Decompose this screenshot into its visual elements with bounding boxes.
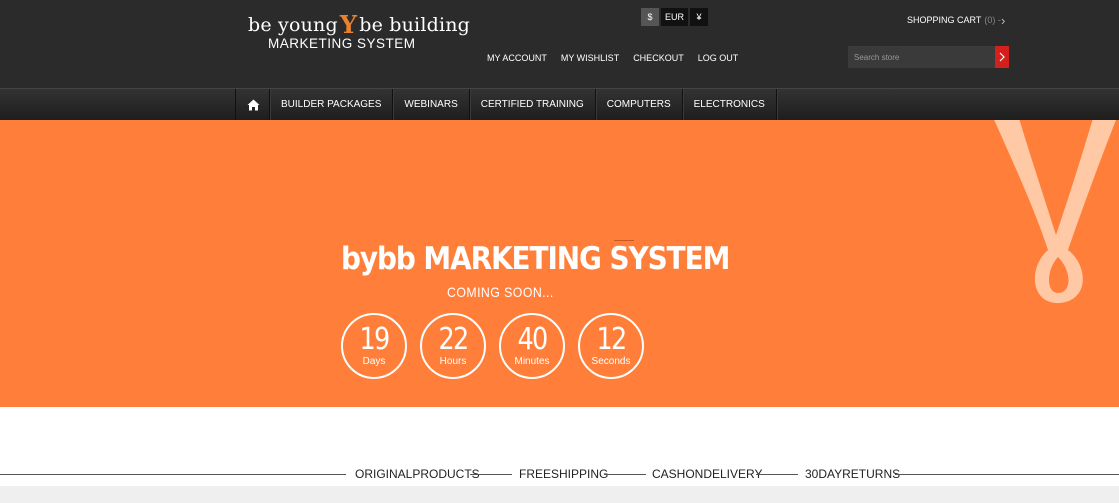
checkout-link[interactable]: CHECKOUT bbox=[633, 53, 684, 63]
logo-wordmark: be youngY be building bbox=[248, 8, 470, 39]
countdown-hours: 22 Hours bbox=[420, 313, 486, 379]
my-account-link[interactable]: MY ACCOUNT bbox=[487, 53, 547, 63]
nav-webinars[interactable]: WEBINARS bbox=[393, 89, 470, 120]
countdown-minutes: 40 Minutes bbox=[499, 313, 565, 379]
nav-home[interactable] bbox=[235, 89, 270, 120]
currency-eur-button[interactable]: EUR bbox=[661, 8, 689, 26]
divider bbox=[470, 474, 512, 475]
logo[interactable]: be youngY be building MARKETING SYSTEM bbox=[248, 8, 470, 51]
nav-builder-packages[interactable]: BUILDER PACKAGES bbox=[270, 89, 394, 120]
divider bbox=[756, 474, 798, 475]
countdown-seconds: 12 Seconds bbox=[578, 313, 644, 379]
countdown-value: 22 bbox=[438, 322, 469, 357]
currency-jpy-button[interactable]: ¥ bbox=[690, 8, 709, 26]
search-box bbox=[848, 46, 1009, 68]
brand-y-watermark-icon bbox=[994, 120, 1117, 304]
hero-title: bybb MARKETING SYSTEM bbox=[341, 241, 730, 277]
chevron-right-icon[interactable]: › bbox=[1001, 13, 1005, 28]
countdown-label: Minutes bbox=[514, 356, 550, 367]
main-nav: BUILDER PACKAGES WEBINARS CERTIFIED TRAI… bbox=[0, 88, 1119, 120]
divider bbox=[895, 474, 1119, 475]
account-links: MY ACCOUNT MY WISHLIST CHECKOUT LOG OUT bbox=[487, 53, 738, 63]
divider bbox=[604, 474, 646, 475]
countdown-value: 19 bbox=[359, 322, 390, 357]
nav-certified-training[interactable]: CERTIFIED TRAINING bbox=[470, 89, 596, 120]
my-wishlist-link[interactable]: MY WISHLIST bbox=[561, 53, 619, 63]
feature-cash-on-delivery: CASHONDELIVERY bbox=[652, 467, 763, 481]
hero-subtitle: COMING SOON... bbox=[447, 284, 554, 300]
cart-label: SHOPPING CART bbox=[907, 15, 982, 25]
search-submit-button[interactable] bbox=[995, 46, 1009, 68]
countdown-days: 19 Days bbox=[341, 313, 407, 379]
countdown-label: Seconds bbox=[591, 356, 631, 367]
content-band bbox=[0, 486, 1119, 503]
cart-count: (0) - bbox=[984, 15, 1001, 25]
currency-usd-button[interactable]: $ bbox=[641, 8, 659, 26]
logo-text-part2: be building bbox=[359, 14, 471, 36]
hero-banner: bybb MARKETING SYSTEM COMING SOON... 19 … bbox=[0, 120, 1119, 407]
search-input[interactable] bbox=[848, 46, 995, 68]
countdown-label: Days bbox=[362, 356, 386, 367]
arrow-right-icon bbox=[999, 52, 1005, 62]
feature-free-shipping: FREESHIPPING bbox=[519, 467, 609, 481]
log-out-link[interactable]: LOG OUT bbox=[698, 53, 739, 63]
nav-electronics[interactable]: ELECTRONICS bbox=[683, 89, 777, 120]
countdown-label: Hours bbox=[439, 356, 467, 367]
divider bbox=[0, 474, 346, 475]
header: be youngY be building MARKETING SYSTEM $ … bbox=[0, 0, 1119, 88]
logo-text-part1: be young bbox=[248, 14, 338, 36]
home-icon bbox=[247, 99, 260, 111]
countdown-value: 40 bbox=[517, 322, 548, 357]
logo-mark: Y bbox=[339, 10, 358, 39]
countdown-timer: 19 Days 22 Hours 40 Minutes 12 Seconds bbox=[341, 313, 644, 379]
nav-computers[interactable]: COMPUTERS bbox=[596, 89, 683, 120]
currency-switcher: $ EUR ¥ bbox=[641, 8, 709, 26]
feature-original-products: ORIGINALPRODUCTS bbox=[355, 467, 480, 481]
feature-strip: ORIGINALPRODUCTS FREESHIPPING CASHONDELI… bbox=[0, 465, 1119, 483]
feature-30-day-returns: 30DAYRETURNS bbox=[805, 467, 901, 481]
countdown-value: 12 bbox=[596, 322, 627, 357]
shopping-cart-link[interactable]: SHOPPING CART (0) - › bbox=[907, 13, 1005, 28]
